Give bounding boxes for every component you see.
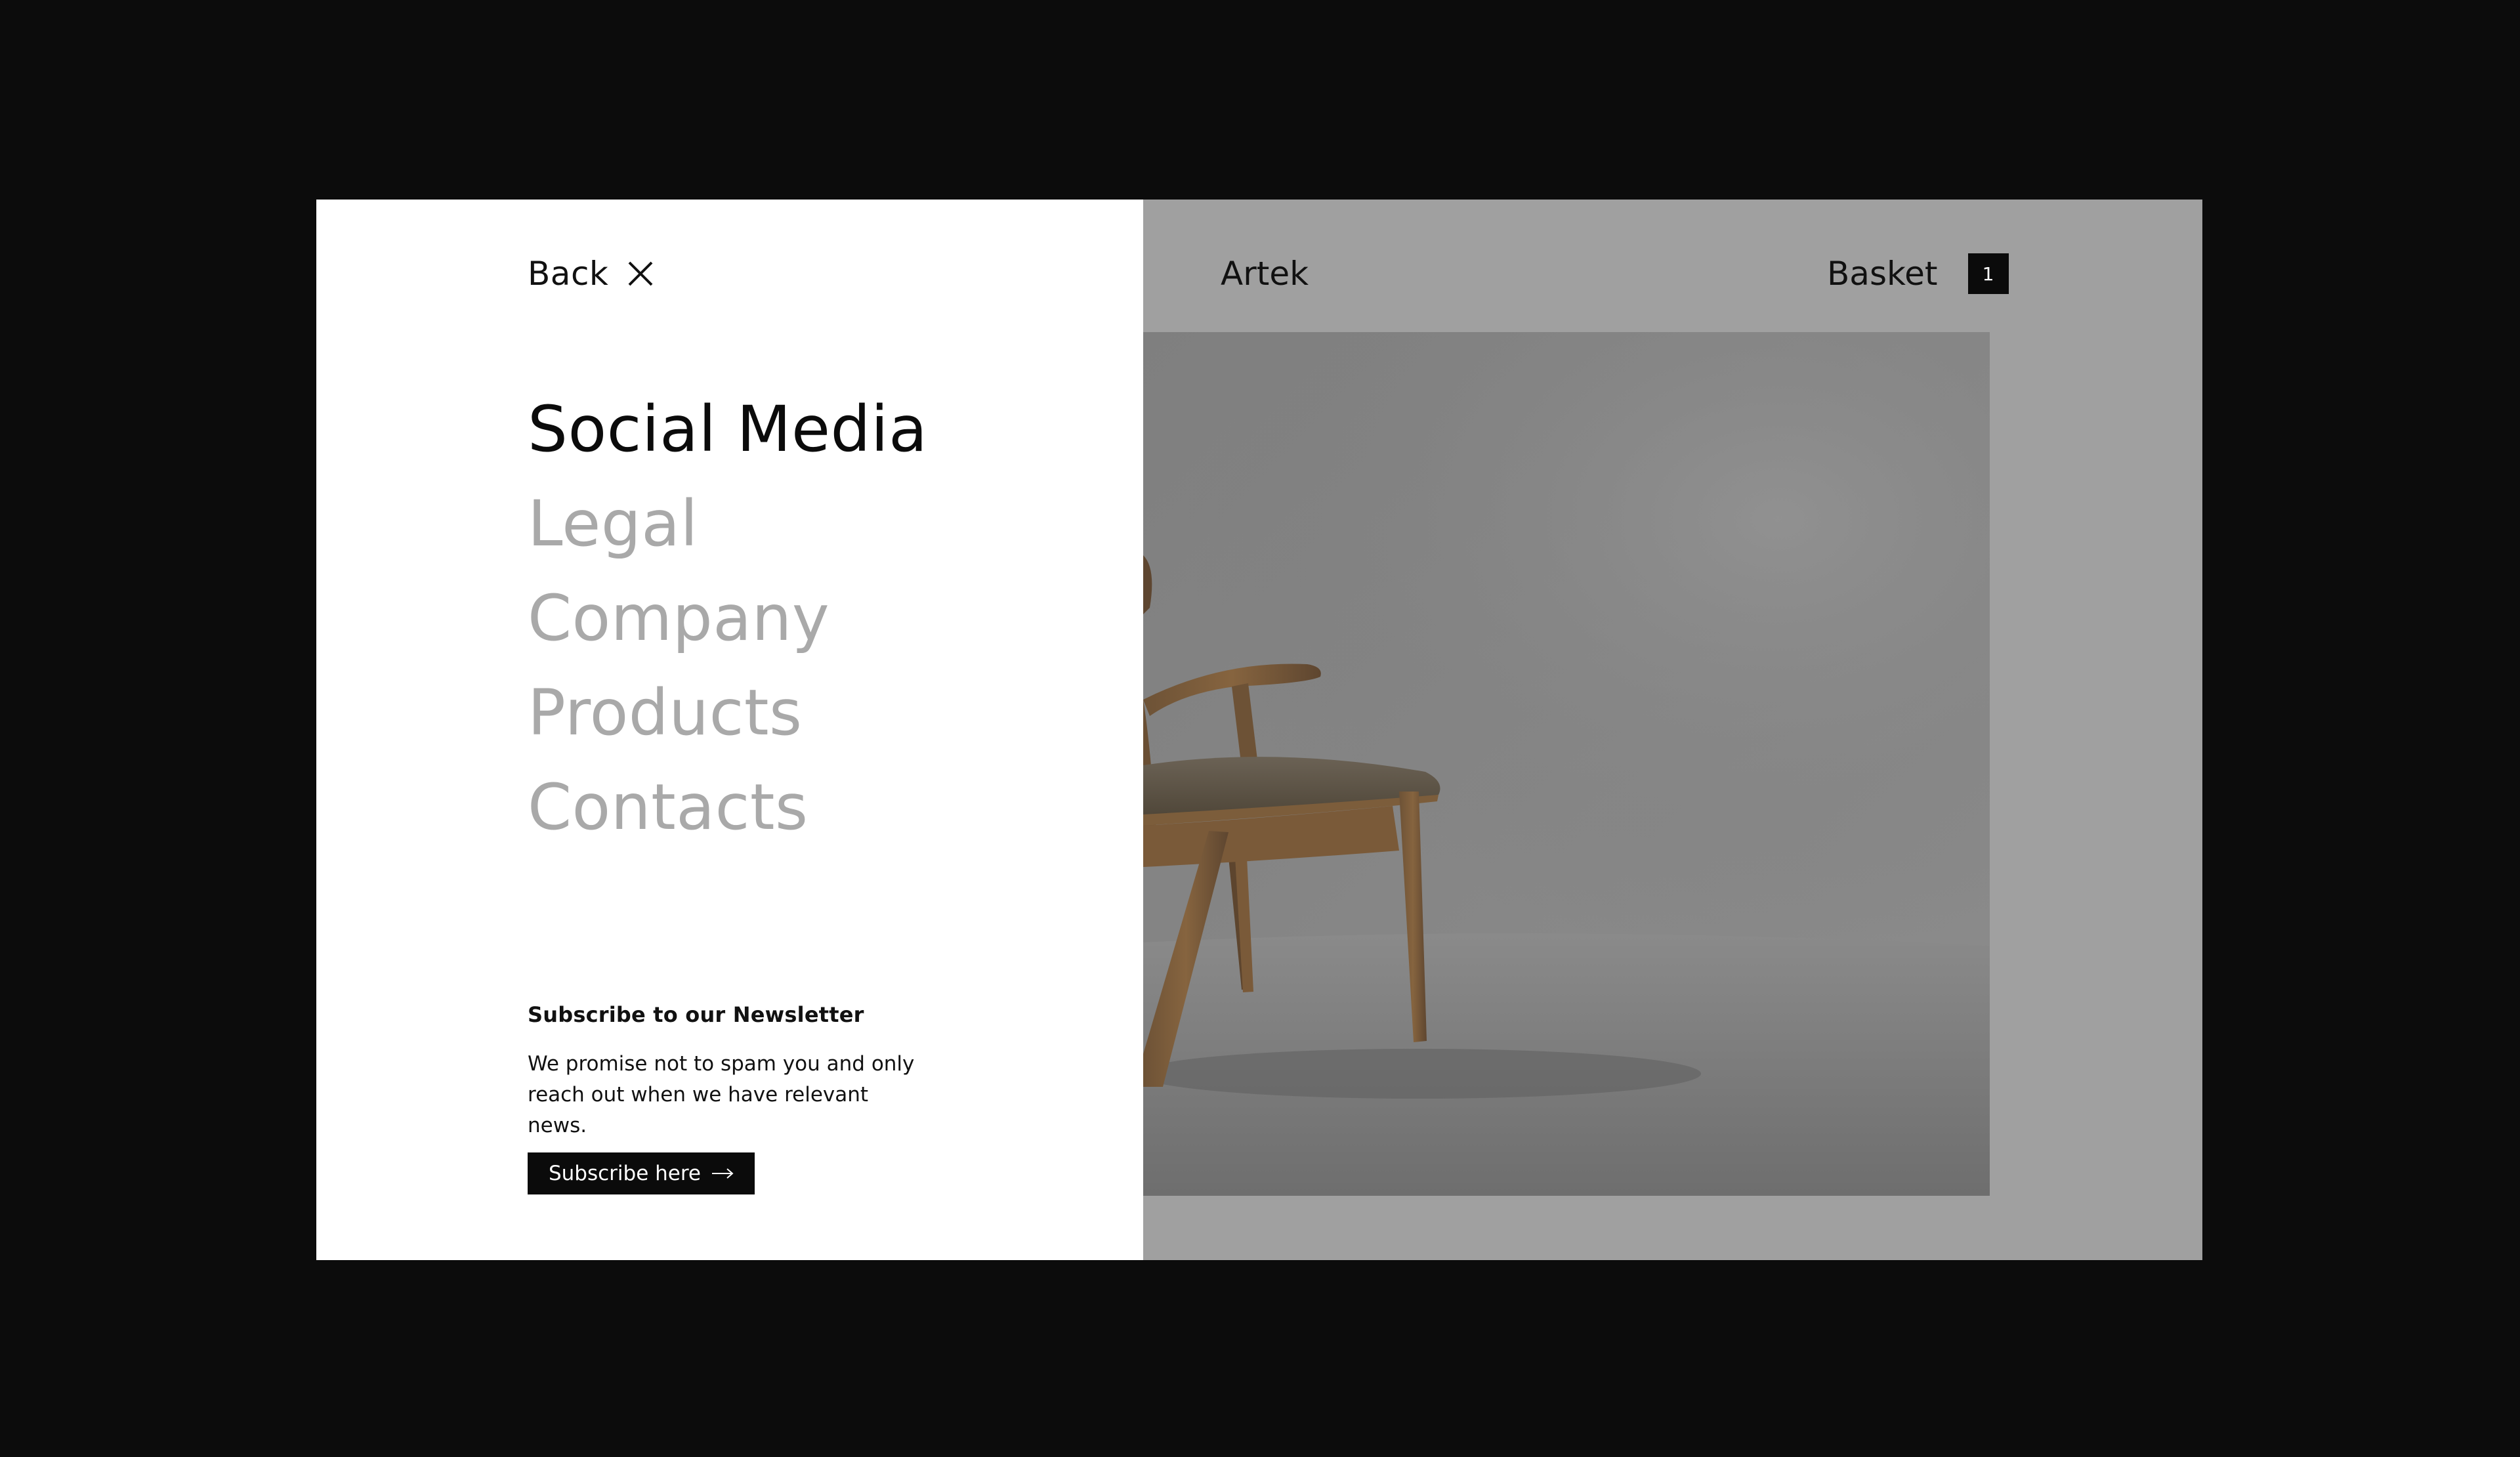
chair-hero-image <box>1143 332 1990 1196</box>
newsletter-text: We promise not to spam you and only reac… <box>528 1052 915 1137</box>
menu-item-company[interactable]: Company <box>528 571 927 665</box>
menu-item-social-media[interactable]: Social Media <box>528 382 927 476</box>
menu-item-contacts[interactable]: Contacts <box>528 760 927 855</box>
menu-item-products[interactable]: Products <box>528 665 927 760</box>
app-frame: Back Social Media Legal Company Products… <box>316 200 2202 1260</box>
page-overlay[interactable]: Artek Basket 1 <box>1143 200 2202 1260</box>
back-button[interactable]: Back <box>528 251 654 297</box>
basket-label: Basket <box>1827 255 1938 293</box>
newsletter-section: Subscribe to our Newsletter We promise n… <box>528 1000 948 1194</box>
basket-button[interactable]: Basket 1 <box>1827 251 2009 297</box>
back-label: Back <box>528 255 609 293</box>
subscribe-button-label: Subscribe here <box>548 1162 701 1185</box>
basket-count-badge: 1 <box>1967 253 2009 294</box>
newsletter-title: Subscribe to our Newsletter <box>528 1002 864 1027</box>
close-icon[interactable] <box>627 260 654 287</box>
menu-item-legal[interactable]: Legal <box>528 476 927 571</box>
menu-panel: Back Social Media Legal Company Products… <box>316 200 1143 1260</box>
subscribe-button[interactable]: Subscribe here <box>528 1152 755 1194</box>
brand-logo[interactable]: Artek <box>1221 251 1309 297</box>
arrow-right-icon <box>712 1168 734 1179</box>
menu-nav: Social Media Legal Company Products Cont… <box>528 382 927 855</box>
